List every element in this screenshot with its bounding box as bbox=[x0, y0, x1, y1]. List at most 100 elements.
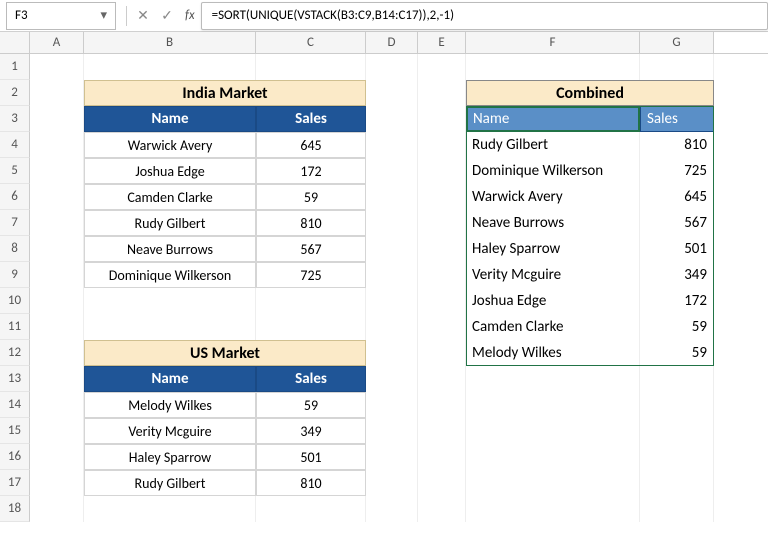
cell[interactable] bbox=[418, 106, 466, 132]
combined-sales[interactable]: 59 bbox=[640, 340, 714, 366]
col-header-a[interactable]: A bbox=[30, 32, 84, 53]
combined-sales[interactable]: 59 bbox=[640, 314, 714, 340]
cell[interactable] bbox=[84, 314, 256, 340]
cell[interactable] bbox=[366, 132, 418, 158]
us-sales[interactable]: 349 bbox=[256, 418, 366, 444]
cell[interactable] bbox=[366, 418, 418, 444]
cell[interactable] bbox=[366, 54, 418, 80]
combined-sales[interactable]: 725 bbox=[640, 158, 714, 184]
combined-title[interactable]: Combined bbox=[466, 80, 714, 106]
cell[interactable] bbox=[366, 288, 418, 314]
us-title[interactable]: US Market bbox=[84, 340, 366, 366]
row-header[interactable]: 8 bbox=[0, 236, 30, 262]
combined-name[interactable]: Melody Wilkes bbox=[466, 340, 640, 366]
us-name[interactable]: Haley Sparrow bbox=[84, 444, 256, 470]
combined-name[interactable]: Warwick Avery bbox=[466, 184, 640, 210]
cell[interactable] bbox=[418, 418, 466, 444]
us-sales[interactable]: 501 bbox=[256, 444, 366, 470]
col-header-d[interactable]: D bbox=[366, 32, 418, 53]
us-name[interactable]: Melody Wilkes bbox=[84, 392, 256, 418]
cell[interactable] bbox=[30, 314, 84, 340]
col-header-c[interactable]: C bbox=[256, 32, 366, 53]
row-header[interactable]: 2 bbox=[0, 80, 30, 106]
india-name-header[interactable]: Name bbox=[84, 106, 256, 132]
cell[interactable] bbox=[366, 340, 418, 366]
india-sales[interactable]: 725 bbox=[256, 262, 366, 288]
row-header[interactable]: 13 bbox=[0, 366, 30, 392]
us-sales[interactable]: 810 bbox=[256, 470, 366, 496]
cell[interactable] bbox=[30, 470, 84, 496]
formula-input[interactable]: =SORT(UNIQUE(VSTACK(B3:C9,B14:C17)),2,-1… bbox=[201, 2, 768, 30]
cell[interactable] bbox=[84, 288, 256, 314]
combined-sales[interactable]: 349 bbox=[640, 262, 714, 288]
india-sales-header[interactable]: Sales bbox=[256, 106, 366, 132]
india-name[interactable]: Joshua Edge bbox=[84, 158, 256, 184]
select-all-corner[interactable] bbox=[0, 32, 30, 53]
cell[interactable] bbox=[30, 366, 84, 392]
cell[interactable] bbox=[418, 210, 466, 236]
cell[interactable] bbox=[30, 132, 84, 158]
cell[interactable] bbox=[418, 158, 466, 184]
row-header[interactable]: 18 bbox=[0, 496, 30, 522]
cell[interactable] bbox=[256, 288, 366, 314]
row-header[interactable]: 7 bbox=[0, 210, 30, 236]
us-sales[interactable]: 59 bbox=[256, 392, 366, 418]
row-header[interactable]: 3 bbox=[0, 106, 30, 132]
cell[interactable] bbox=[418, 132, 466, 158]
col-header-g[interactable]: G bbox=[640, 32, 714, 53]
india-name[interactable]: Warwick Avery bbox=[84, 132, 256, 158]
cell[interactable] bbox=[366, 262, 418, 288]
chevron-down-icon[interactable]: ▾ bbox=[100, 8, 107, 23]
cancel-icon[interactable]: ✕ bbox=[131, 4, 155, 28]
cell[interactable] bbox=[418, 444, 466, 470]
cell[interactable] bbox=[30, 340, 84, 366]
enter-icon[interactable]: ✓ bbox=[155, 4, 179, 28]
combined-name[interactable]: Dominique Wilkerson bbox=[466, 158, 640, 184]
cell[interactable] bbox=[418, 288, 466, 314]
india-sales[interactable]: 172 bbox=[256, 158, 366, 184]
row-header[interactable]: 9 bbox=[0, 262, 30, 288]
cell[interactable] bbox=[30, 392, 84, 418]
row-header[interactable]: 11 bbox=[0, 314, 30, 340]
row-header[interactable]: 4 bbox=[0, 132, 30, 158]
us-name-header[interactable]: Name bbox=[84, 366, 256, 392]
cell[interactable] bbox=[366, 236, 418, 262]
cell[interactable] bbox=[418, 366, 466, 392]
cell[interactable] bbox=[466, 392, 640, 418]
cell[interactable] bbox=[418, 236, 466, 262]
cell[interactable] bbox=[640, 444, 714, 470]
row-header[interactable]: 6 bbox=[0, 184, 30, 210]
combined-name[interactable]: Camden Clarke bbox=[466, 314, 640, 340]
row-header[interactable]: 5 bbox=[0, 158, 30, 184]
row-header[interactable]: 14 bbox=[0, 392, 30, 418]
cell[interactable] bbox=[256, 496, 366, 522]
cell[interactable] bbox=[640, 470, 714, 496]
cell[interactable] bbox=[418, 392, 466, 418]
row-header[interactable]: 16 bbox=[0, 444, 30, 470]
col-header-e[interactable]: E bbox=[418, 32, 466, 53]
cell[interactable] bbox=[640, 496, 714, 522]
cell[interactable] bbox=[30, 80, 84, 106]
cell[interactable] bbox=[30, 210, 84, 236]
cell[interactable] bbox=[466, 366, 640, 392]
col-header-f[interactable]: F bbox=[466, 32, 640, 53]
col-header-b[interactable]: B bbox=[84, 32, 256, 53]
row-header[interactable]: 17 bbox=[0, 470, 30, 496]
cell[interactable] bbox=[30, 106, 84, 132]
cell[interactable] bbox=[418, 496, 466, 522]
combined-name[interactable]: Rudy Gilbert bbox=[466, 132, 640, 158]
india-sales[interactable]: 567 bbox=[256, 236, 366, 262]
cell[interactable] bbox=[30, 54, 84, 80]
cell[interactable] bbox=[466, 496, 640, 522]
combined-sales[interactable]: 567 bbox=[640, 210, 714, 236]
cell[interactable] bbox=[84, 54, 256, 80]
combined-name[interactable]: Joshua Edge bbox=[466, 288, 640, 314]
cell[interactable] bbox=[256, 54, 366, 80]
combined-name[interactable]: Haley Sparrow bbox=[466, 236, 640, 262]
india-name[interactable]: Neave Burrows bbox=[84, 236, 256, 262]
cell[interactable] bbox=[418, 340, 466, 366]
cell[interactable] bbox=[30, 184, 84, 210]
cell[interactable] bbox=[366, 210, 418, 236]
fx-label[interactable]: fx bbox=[185, 8, 195, 23]
cell[interactable] bbox=[418, 80, 466, 106]
